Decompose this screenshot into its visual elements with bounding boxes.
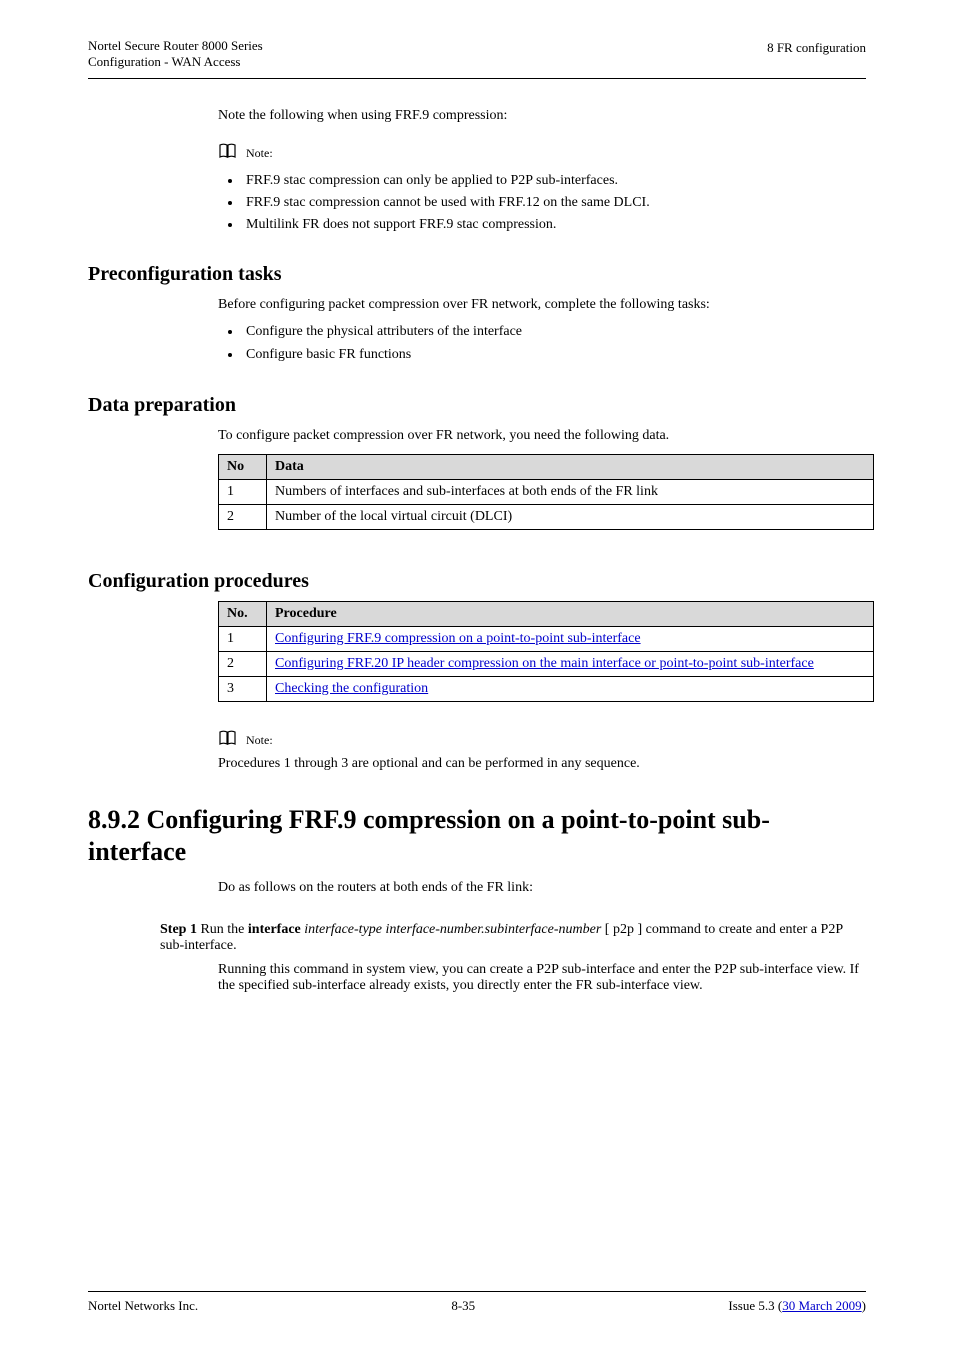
step-text-run: Run the bbox=[197, 922, 248, 937]
confproc-table: No. Procedure 1 Configuring FRF.9 compre… bbox=[218, 601, 874, 702]
header-right: 8 FR configuration bbox=[767, 38, 866, 70]
cell-proc: Configuring FRF.20 IP header compression… bbox=[267, 651, 874, 676]
intro-sentence: Note the following when using FRF.9 comp… bbox=[218, 107, 866, 125]
cell-no: 2 bbox=[219, 651, 267, 676]
table-row: 3 Checking the configuration bbox=[219, 676, 874, 701]
cell-no: 2 bbox=[219, 504, 267, 529]
confproc-heading: Configuration procedures bbox=[88, 570, 866, 593]
header-left-line1: Nortel Secure Router 8000 Series bbox=[88, 38, 263, 54]
book-icon bbox=[218, 730, 238, 751]
proc-note-text: Procedures 1 through 3 are optional and … bbox=[218, 755, 866, 774]
cell-no: 1 bbox=[219, 479, 267, 504]
list-item: Configure the physical attributers of th… bbox=[242, 321, 866, 343]
page-header: Nortel Secure Router 8000 Series Configu… bbox=[0, 0, 954, 78]
table-row: 2 Configuring FRF.20 IP header compressi… bbox=[219, 651, 874, 676]
dataprep-table: No Data 1 Numbers of interfaces and sub-… bbox=[218, 454, 874, 530]
proc-link[interactable]: Configuring FRF.20 IP header compression… bbox=[275, 656, 814, 671]
list-item: FRF.9 stac compression can only be appli… bbox=[242, 170, 866, 192]
footer-right-prefix: Issue 5.3 ( bbox=[728, 1298, 782, 1313]
table-row: 1 Numbers of interfaces and sub-interfac… bbox=[219, 479, 874, 504]
header-left-line2: Configuration - WAN Access bbox=[88, 54, 263, 70]
step-1: Step 1 Run the interface interface-type … bbox=[160, 922, 866, 954]
footer-rule bbox=[88, 1291, 866, 1292]
col-header-no: No bbox=[219, 454, 267, 479]
col-header-proc: Procedure bbox=[267, 601, 874, 626]
footer-center: 8-35 bbox=[198, 1298, 728, 1314]
cell-proc: Configuring FRF.9 compression on a point… bbox=[267, 626, 874, 651]
dataprep-para: To configure packet compression over FR … bbox=[218, 427, 866, 446]
footer-right: Issue 5.3 (30 March 2009) bbox=[728, 1298, 866, 1314]
col-header-data: Data bbox=[267, 454, 874, 479]
footer-right-suffix: ) bbox=[862, 1298, 866, 1313]
cell-data: Numbers of interfaces and sub-interfaces… bbox=[267, 479, 874, 504]
preconfig-heading: Preconfiguration tasks bbox=[88, 263, 866, 286]
table-row: 2 Number of the local virtual circuit (D… bbox=[219, 504, 874, 529]
dataprep-heading: Data preparation bbox=[88, 394, 866, 417]
command-name: interface bbox=[248, 922, 301, 937]
table-header-row: No Data bbox=[219, 454, 874, 479]
book-icon bbox=[218, 143, 238, 164]
list-item: Multilink FR does not support FRF.9 stac… bbox=[242, 214, 866, 236]
step-1-description: Running this command in system view, you… bbox=[218, 962, 866, 994]
footer-date-link[interactable]: 30 March 2009 bbox=[782, 1298, 861, 1313]
step-prefix: Do as follows on the routers at both end… bbox=[218, 879, 866, 898]
header-right-line1: 8 FR configuration bbox=[767, 40, 866, 56]
note-label: Note: bbox=[246, 733, 273, 747]
page-footer: Nortel Networks Inc. 8-35 Issue 5.3 (30 … bbox=[88, 1291, 866, 1314]
footer-left: Nortel Networks Inc. bbox=[88, 1298, 198, 1314]
cell-no: 3 bbox=[219, 676, 267, 701]
note-list: FRF.9 stac compression can only be appli… bbox=[242, 170, 866, 235]
table-row: 1 Configuring FRF.9 compression on a poi… bbox=[219, 626, 874, 651]
col-header-no: No. bbox=[219, 601, 267, 626]
note-label: Note: bbox=[246, 146, 273, 160]
header-left: Nortel Secure Router 8000 Series Configu… bbox=[88, 38, 263, 70]
proc-note: Note: Procedures 1 through 3 are optiona… bbox=[218, 730, 866, 774]
preconfig-list: Configure the physical attributers of th… bbox=[242, 321, 866, 366]
command-args: interface-type interface-number.subinter… bbox=[301, 922, 602, 937]
cell-no: 1 bbox=[219, 626, 267, 651]
step-label: Step 1 bbox=[160, 922, 197, 937]
table-header-row: No. Procedure bbox=[219, 601, 874, 626]
list-item: FRF.9 stac compression cannot be used wi… bbox=[242, 192, 866, 214]
proc-link[interactable]: Configuring FRF.9 compression on a point… bbox=[275, 631, 641, 646]
note-block: Note: FRF.9 stac compression can only be… bbox=[218, 143, 866, 235]
proc-link[interactable]: Checking the configuration bbox=[275, 681, 428, 696]
section-892-heading: 8.9.2 Configuring FRF.9 compression on a… bbox=[88, 804, 866, 869]
preconfig-para: Before configuring packet compression ov… bbox=[218, 296, 866, 315]
cell-proc: Checking the configuration bbox=[267, 676, 874, 701]
list-item: Configure basic FR functions bbox=[242, 344, 866, 366]
cell-data: Number of the local virtual circuit (DLC… bbox=[267, 504, 874, 529]
